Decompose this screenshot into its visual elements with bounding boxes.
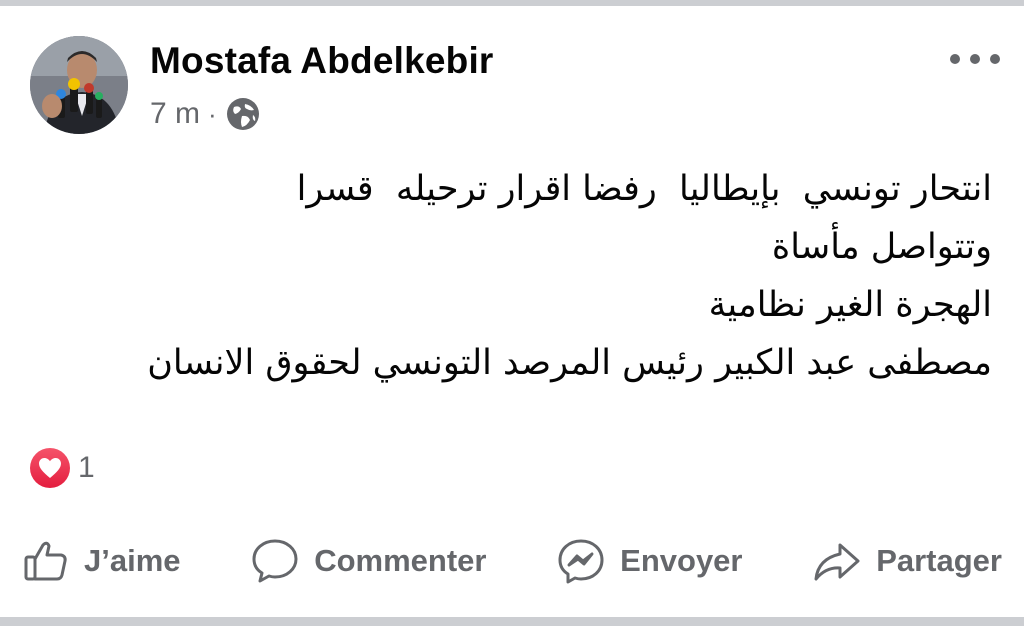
share-button[interactable]: Partager bbox=[812, 537, 1002, 585]
like-button[interactable]: J’aime bbox=[22, 537, 181, 585]
comment-button[interactable]: Commenter bbox=[250, 537, 486, 585]
messenger-icon bbox=[556, 537, 606, 585]
like-label: J’aime bbox=[84, 543, 181, 578]
post-text-line: انتحار تونسي بإيطاليا رفضا اقرار ترحيله … bbox=[296, 169, 992, 209]
author-name[interactable]: Mostafa Abdelkebir bbox=[150, 40, 494, 82]
facebook-post: Mostafa Abdelkebir 7 m · انتحار تونسي بإ… bbox=[0, 0, 1024, 632]
top-divider bbox=[0, 0, 1024, 6]
more-dot bbox=[990, 54, 1000, 64]
post-text-line: الهجرة الغير نظامية bbox=[708, 285, 992, 325]
bottom-divider bbox=[0, 617, 1024, 626]
comment-bubble-icon bbox=[250, 537, 300, 585]
post-header: Mostafa Abdelkebir 7 m · bbox=[30, 34, 1000, 134]
send-button[interactable]: Envoyer bbox=[556, 537, 743, 585]
post-meta: 7 m · bbox=[150, 94, 261, 134]
heart-reaction-icon bbox=[30, 448, 70, 488]
meta-separator: · bbox=[208, 98, 217, 129]
post-text-line: وتتواصل مأساة bbox=[771, 227, 992, 267]
more-options-icon[interactable] bbox=[950, 44, 1000, 74]
post-text: انتحار تونسي بإيطاليا رفضا اقرار ترحيله … bbox=[92, 160, 992, 392]
more-dot bbox=[970, 54, 980, 64]
reactions-summary[interactable]: 1 bbox=[30, 448, 95, 488]
avatar[interactable] bbox=[30, 36, 128, 134]
globe-icon[interactable] bbox=[225, 96, 261, 132]
share-arrow-icon bbox=[812, 537, 862, 585]
post-timestamp[interactable]: 7 m bbox=[150, 97, 200, 131]
share-label: Partager bbox=[876, 543, 1002, 578]
send-label: Envoyer bbox=[620, 543, 743, 578]
like-thumb-icon bbox=[22, 537, 70, 585]
reaction-count: 1 bbox=[78, 451, 95, 484]
comment-label: Commenter bbox=[314, 543, 487, 578]
post-text-line: مصطفى عبد الكبير رئيس المرصد التونسي لحق… bbox=[147, 343, 992, 383]
action-bar: J’aime Commenter Envoyer Partager bbox=[22, 530, 1002, 592]
more-dot bbox=[950, 54, 960, 64]
